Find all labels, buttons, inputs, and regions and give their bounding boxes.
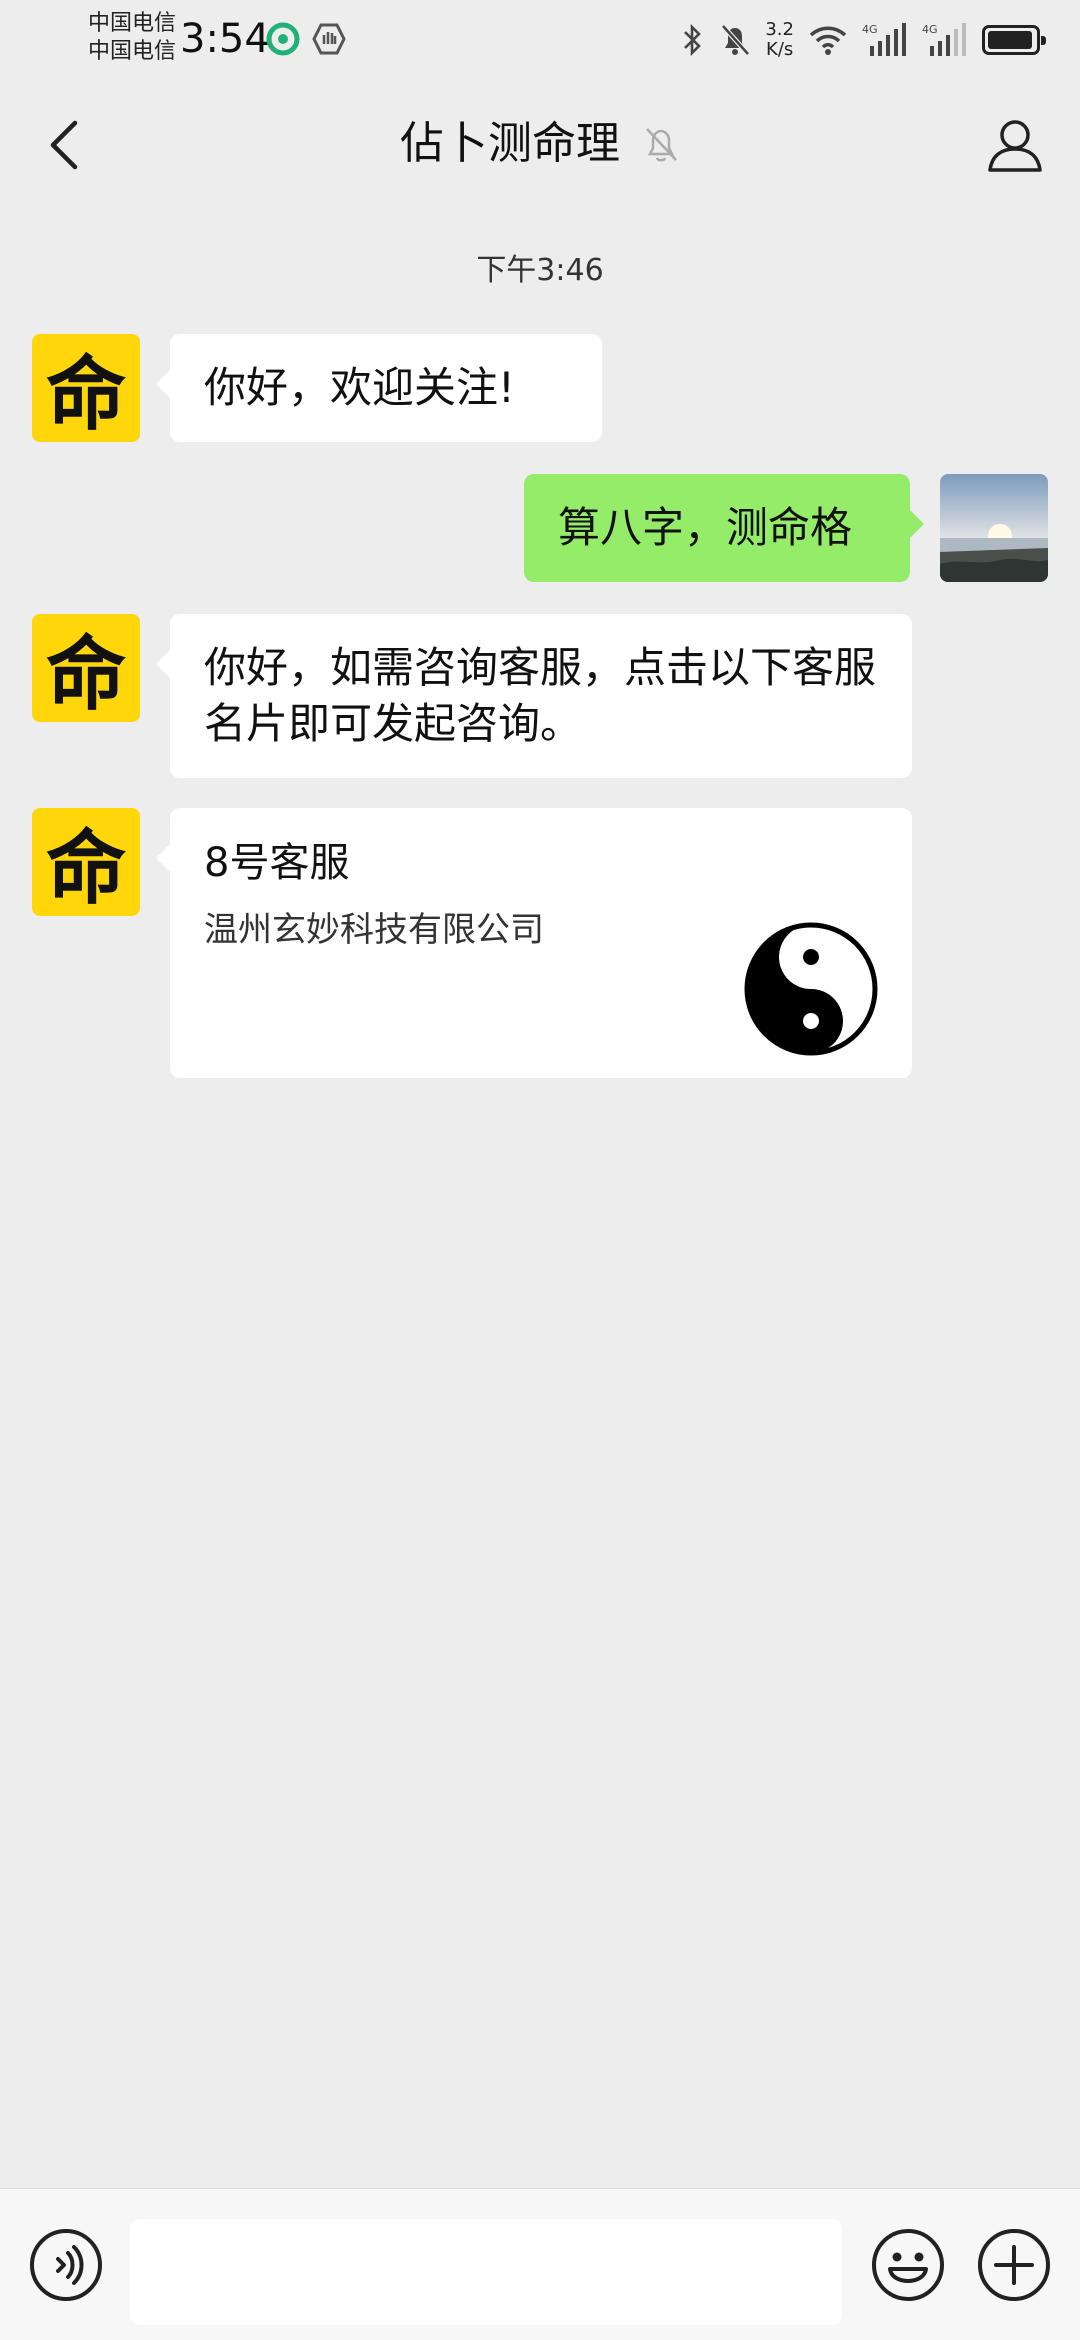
status-bar: 中国电信 中国电信 3:54 3.2 K/s 4G 4G bbox=[0, 0, 1080, 80]
hand-shield-icon bbox=[312, 23, 346, 55]
battery-icon bbox=[982, 25, 1046, 55]
user-avatar[interactable] bbox=[940, 474, 1048, 582]
sea-sunset-image bbox=[940, 474, 1048, 582]
signal-icon-2: 4G bbox=[922, 23, 966, 56]
sent-message-bubble[interactable]: 算八字，测命格 bbox=[524, 474, 924, 582]
notification-icons bbox=[266, 22, 346, 56]
bot-avatar[interactable]: 命 bbox=[32, 614, 140, 722]
svg-text:4G: 4G bbox=[922, 23, 938, 36]
person-icon bbox=[988, 120, 1042, 172]
received-message-bubble[interactable]: 你好，如需咨询客服，点击以下客服名片即可发起咨询。 bbox=[156, 614, 912, 778]
contact-card-company: 温州玄妙科技有限公司 bbox=[204, 910, 544, 950]
contact-card-name: 8号客服 bbox=[204, 840, 350, 886]
carrier-2: 中国电信 bbox=[88, 39, 177, 64]
title-bar: 佔卜测命理 bbox=[0, 80, 1080, 210]
received-message-bubble[interactable]: 你好，欢迎关注! bbox=[156, 334, 602, 442]
message-text: 你好，欢迎关注! bbox=[204, 363, 515, 412]
bluetooth-icon bbox=[684, 23, 702, 57]
network-speed: 3.2 K/s bbox=[765, 20, 794, 60]
battery-level bbox=[988, 31, 1032, 49]
message-text: 算八字，测命格 bbox=[558, 503, 853, 552]
bot-avatar[interactable]: 命 bbox=[32, 334, 140, 442]
chat-info-button[interactable] bbox=[980, 110, 1050, 180]
message-timestamp: 下午3:46 bbox=[476, 253, 604, 288]
app-notification-icon bbox=[266, 22, 300, 56]
voice-icon[interactable] bbox=[28, 2227, 104, 2303]
status-time: 3:54 bbox=[180, 16, 270, 62]
wifi-icon bbox=[809, 26, 847, 55]
carrier-1: 中国电信 bbox=[88, 11, 177, 36]
chat-title: 佔卜测命理 bbox=[400, 118, 620, 169]
speed-value: 3.2 bbox=[765, 19, 794, 40]
plus-icon[interactable] bbox=[976, 2227, 1052, 2303]
emoji-icon[interactable] bbox=[870, 2227, 946, 2303]
bell-off-icon bbox=[646, 128, 677, 162]
mute-bell-icon bbox=[721, 24, 751, 56]
yin-yang-icon bbox=[744, 922, 878, 1056]
signal-icon-1: 4G bbox=[862, 23, 906, 56]
message-input[interactable] bbox=[130, 2219, 842, 2325]
speed-unit: K/s bbox=[766, 39, 794, 60]
contact-card[interactable]: 8号客服 温州玄妙科技有限公司 bbox=[156, 808, 912, 1078]
bot-avatar[interactable]: 命 bbox=[32, 808, 140, 916]
message-text: 你好，如需咨询客服，点击以下客服名片即可发起咨询。 bbox=[204, 643, 877, 748]
title-group: 佔卜测命理 bbox=[0, 116, 1080, 172]
system-status: 3.2 K/s 4G 4G bbox=[681, 18, 1046, 62]
carrier-info: 中国电信 中国电信 bbox=[88, 10, 176, 66]
svg-text:4G: 4G bbox=[862, 23, 878, 36]
chat-input-bar bbox=[0, 2188, 1080, 2340]
